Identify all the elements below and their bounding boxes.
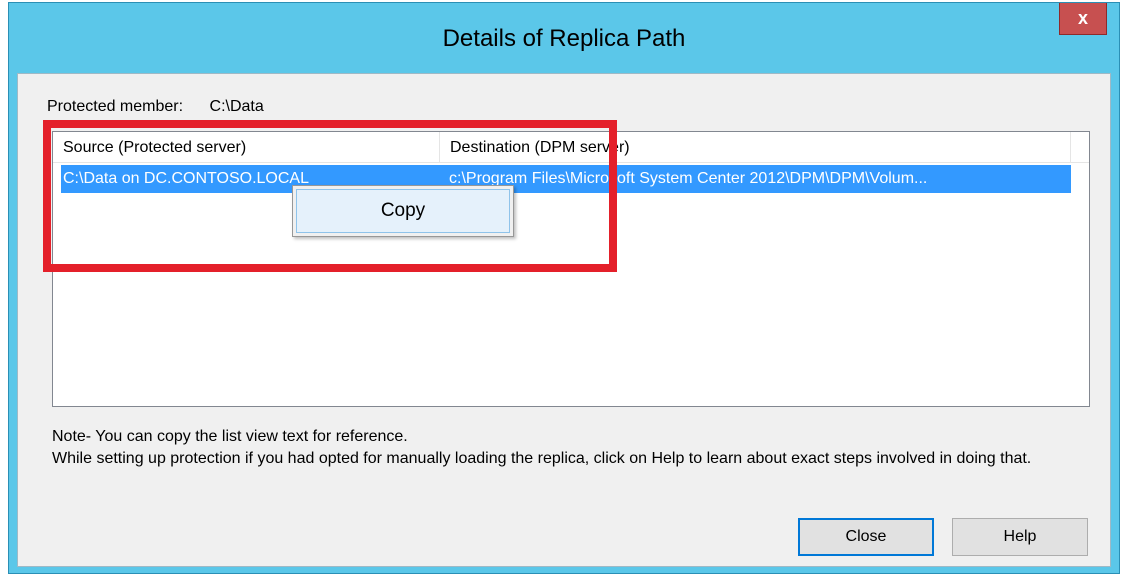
note-text: Note- You can copy the list view text fo… (52, 426, 1092, 470)
protected-member-label: Protected member: (47, 98, 184, 115)
note-line-2: While setting up protection if you had o… (52, 450, 1032, 467)
note-line-1: Note- You can copy the list view text fo… (52, 428, 408, 445)
context-menu-copy[interactable]: Copy (296, 189, 510, 233)
protected-member-value: C:\Data (209, 98, 264, 115)
protected-member: Protected member: C:\Data (47, 98, 264, 116)
screen: Details of Replica Path x Protected memb… (0, 0, 1124, 576)
close-button[interactable]: Close (798, 518, 934, 556)
context-menu: Copy (292, 185, 514, 237)
title-bar[interactable]: Details of Replica Path x (9, 3, 1119, 73)
close-icon[interactable]: x (1059, 3, 1107, 35)
dialog-title: Details of Replica Path (442, 25, 686, 52)
help-button[interactable]: Help (952, 518, 1088, 556)
